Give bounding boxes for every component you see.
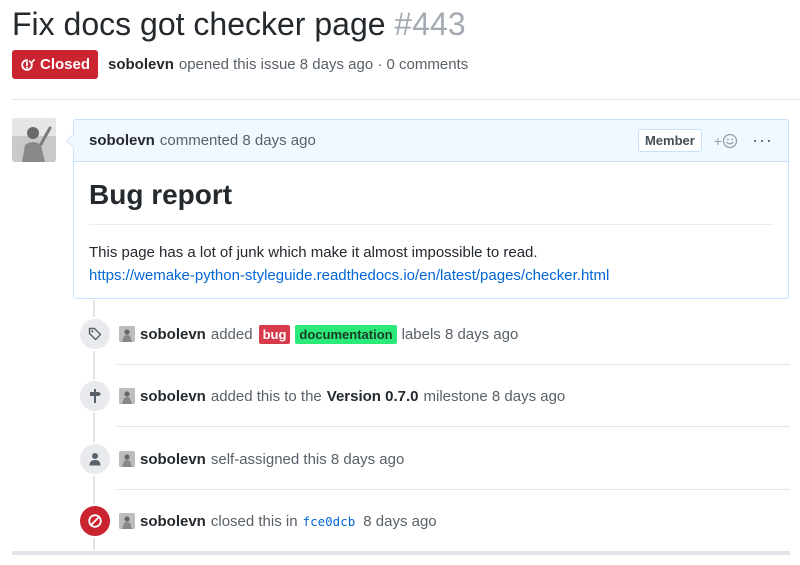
comment-heading: Bug report (89, 172, 773, 225)
comment-author-link[interactable]: sobolevn (89, 132, 155, 149)
more-options-button[interactable]: ··· (752, 130, 773, 151)
issue-author-link[interactable]: sobolevn (108, 56, 174, 73)
header-divider (12, 99, 800, 100)
issue-number: #443 (394, 6, 466, 42)
comment-header: sobolevn commented 8 days ago Member + ·… (74, 120, 788, 162)
event-author-link[interactable]: sobolevn (140, 513, 206, 530)
comment-body: Bug report This page has a lot of junk w… (74, 162, 788, 287)
add-reaction-button[interactable]: + (714, 133, 738, 149)
event-icon-badge (78, 379, 112, 413)
docs-link[interactable]: https://wemake-python-styleguide.readthe… (89, 267, 609, 284)
avatar[interactable] (119, 451, 135, 467)
event-assigned: sobolevn self-assigned this 8 days ago (78, 442, 790, 476)
event-action: self-assigned this 8 days ago (210, 450, 405, 468)
event-labels: sobolevn added bug documentation labels … (78, 317, 790, 351)
event-text: sobolevn added this to the Version 0.7.0… (140, 388, 565, 405)
circle-slash-icon (87, 513, 103, 529)
event-author-link[interactable]: sobolevn (140, 326, 206, 343)
event-suffix: labels 8 days ago (401, 325, 519, 343)
event-author-link[interactable]: sobolevn (140, 388, 206, 405)
milestone-icon (87, 388, 103, 404)
event-action: added this to the (210, 387, 322, 405)
state-badge: Closed (12, 50, 99, 79)
comment-paragraph: This page has a lot of junk which make i… (89, 241, 773, 287)
event-suffix: 8 days ago (363, 512, 437, 530)
event-text: sobolevn self-assigned this 8 days ago (140, 451, 404, 468)
event-milestone: sobolevn added this to the Version 0.7.0… (78, 379, 790, 413)
avatar[interactable] (119, 513, 135, 529)
issue-meta: Closed sobolevn opened this issue 8 days… (12, 50, 468, 79)
commit-sha-link[interactable]: fce0dcb (303, 514, 356, 529)
avatar[interactable] (12, 118, 56, 162)
event-author-link[interactable]: sobolevn (140, 451, 206, 468)
event-icon-badge (78, 442, 112, 476)
event-divider (117, 426, 790, 427)
event-action: added (210, 325, 253, 343)
event-icon-badge (78, 504, 112, 538)
issue-meta-text: opened this issue 8 days ago · 0 comment… (178, 56, 469, 73)
event-divider (117, 489, 790, 490)
comment-box: sobolevn commented 8 days ago Member + ·… (66, 119, 789, 299)
issue-title: Fix docs got checker page #443 (12, 2, 466, 46)
reaction-plus: + (713, 132, 723, 149)
label-bug[interactable]: bug (258, 324, 291, 344)
label-documentation[interactable]: documentation (295, 324, 397, 344)
smiley-icon (722, 133, 738, 149)
state-label: Closed (40, 56, 91, 73)
event-text: sobolevn closed this in fce0dcb 8 days a… (140, 513, 437, 530)
event-text: sobolevn added bug documentation labels … (140, 324, 519, 344)
member-badge: Member (637, 129, 702, 152)
avatar[interactable] (119, 326, 135, 342)
milestone-link[interactable]: Version 0.7.0 (327, 388, 419, 405)
comment-time[interactable]: commented 8 days ago (160, 132, 316, 149)
event-icon-badge (78, 317, 112, 351)
issue-title-text: Fix docs got checker page (12, 6, 386, 42)
event-action: closed this in (210, 512, 298, 530)
avatar[interactable] (119, 388, 135, 404)
person-icon (87, 451, 103, 467)
issue-closed-icon (19, 57, 35, 73)
event-closed: sobolevn closed this in fce0dcb 8 days a… (78, 504, 790, 538)
timeline-end-bar (12, 551, 790, 555)
comment-text: This page has a lot of junk which make i… (89, 244, 538, 261)
tag-icon (87, 326, 103, 342)
event-suffix: milestone 8 days ago (423, 387, 566, 405)
event-divider (117, 364, 790, 365)
